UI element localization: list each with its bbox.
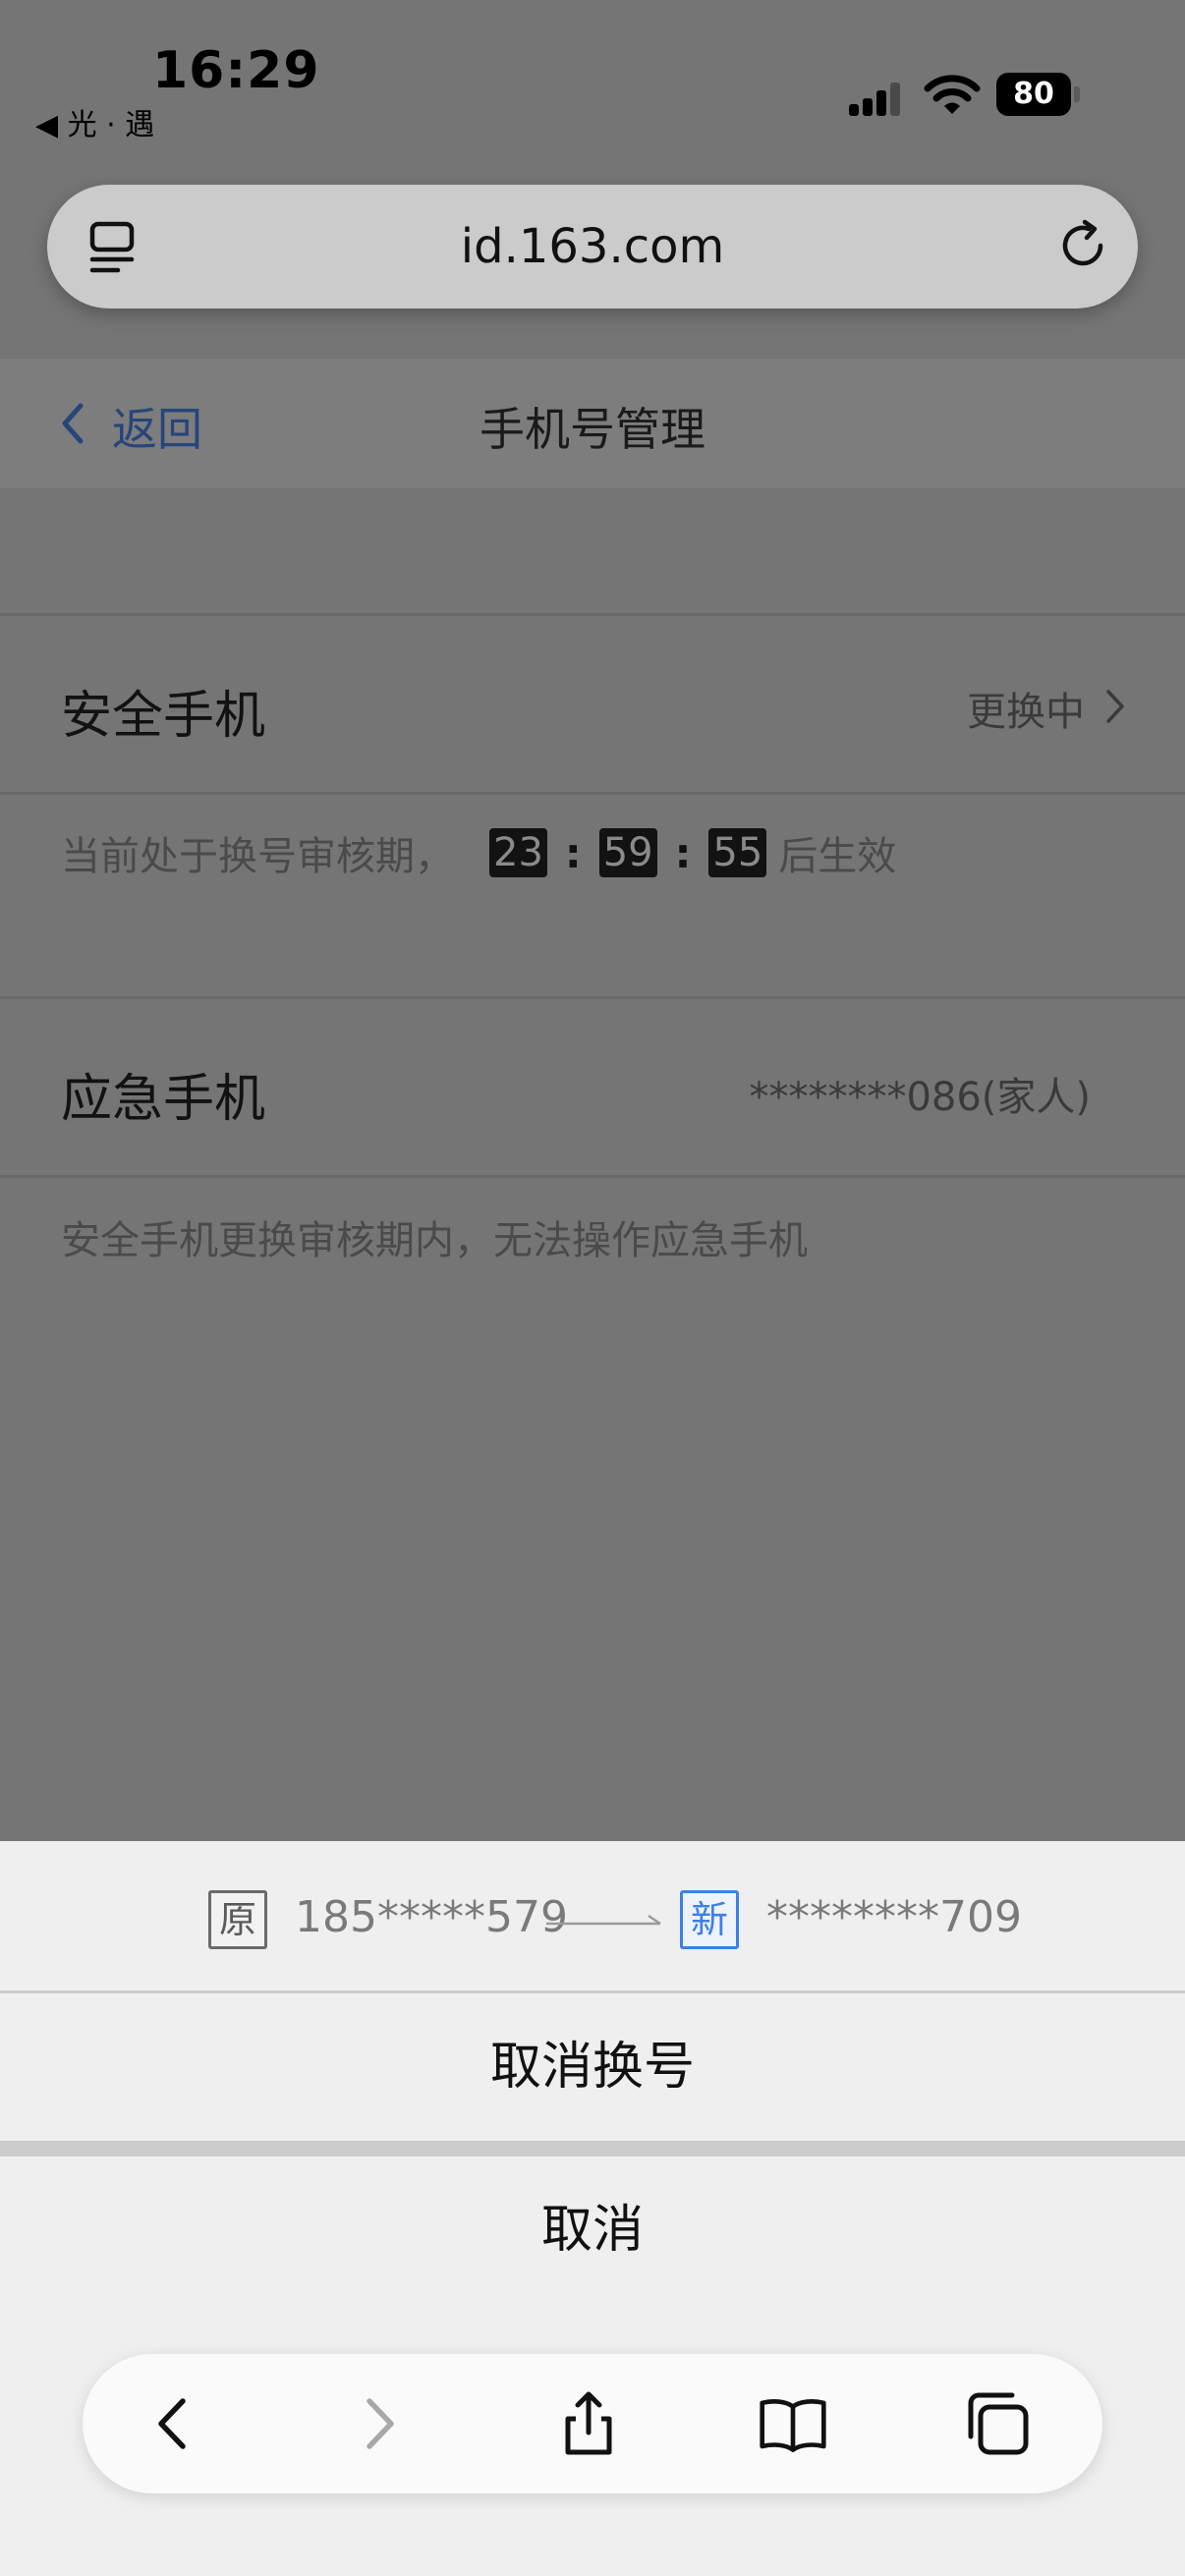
emergency-phone-value: ********086(家人) (749, 1075, 1091, 1120)
divider (0, 792, 1185, 795)
battery-level: 80 (1013, 77, 1054, 111)
divider (0, 613, 1185, 616)
old-number: 185*****579 (295, 1892, 568, 1942)
divider (0, 1175, 1185, 1178)
page-header: 返回 手机号管理 (0, 359, 1185, 488)
forward-icon[interactable] (344, 2389, 413, 2458)
url-text[interactable]: id.163.com (47, 185, 1138, 308)
arrow-right-icon (546, 1914, 661, 1926)
security-phone-status[interactable]: 更换中 (967, 680, 1085, 737)
emergency-phone-note: 安全手机更换审核期内，无法操作应急手机 (61, 1218, 808, 1263)
countdown-separator: : (674, 828, 692, 877)
cancel-number-change-button[interactable]: 取消换号 (0, 1993, 1185, 2141)
share-icon[interactable] (554, 2389, 623, 2458)
chevron-right-icon[interactable] (1104, 688, 1126, 725)
back-to-app-link[interactable]: ◀ 光 · 遇 (35, 100, 154, 143)
old-number-badge: 原 (208, 1890, 267, 1949)
status-time: 16:29 (152, 41, 320, 100)
status-bar: 16:29 ◀ 光 · 遇 80 (0, 0, 1185, 157)
tabs-icon[interactable] (963, 2389, 1032, 2458)
back-icon[interactable] (140, 2389, 208, 2458)
cellular-signal-icon (849, 83, 902, 116)
countdown-suffix: 后生效 (778, 834, 897, 879)
number-change-summary: 原 185*****579 新 ********709 (0, 1841, 1185, 1990)
security-phone-label: 安全手机 (61, 687, 266, 746)
browser-toolbar (83, 2354, 1102, 2493)
page-menu-icon[interactable] (88, 220, 141, 275)
countdown-separator: : (564, 828, 582, 877)
reload-icon[interactable] (1055, 218, 1110, 273)
divider (0, 996, 1185, 999)
new-number: ********709 (766, 1892, 1022, 1942)
countdown-seconds: 55 (708, 828, 767, 877)
divider (0, 2141, 1185, 2156)
wifi-icon (924, 75, 981, 114)
battery-icon: 80 (996, 73, 1081, 116)
new-number-badge: 新 (680, 1890, 739, 1949)
countdown-note: 当前处于换号审核期， 23 : 59 : 55 后生效 (61, 823, 896, 882)
address-bar[interactable]: id.163.com (47, 185, 1138, 308)
countdown-minutes: 59 (598, 828, 657, 877)
cancel-button[interactable]: 取消 (0, 2156, 1185, 2304)
countdown-prefix: 当前处于换号审核期， (61, 834, 454, 879)
bookmarks-icon[interactable] (759, 2389, 827, 2458)
countdown-hours: 23 (489, 828, 547, 877)
page-title: 手机号管理 (480, 403, 705, 456)
emergency-phone-label: 应急手机 (61, 1070, 266, 1129)
